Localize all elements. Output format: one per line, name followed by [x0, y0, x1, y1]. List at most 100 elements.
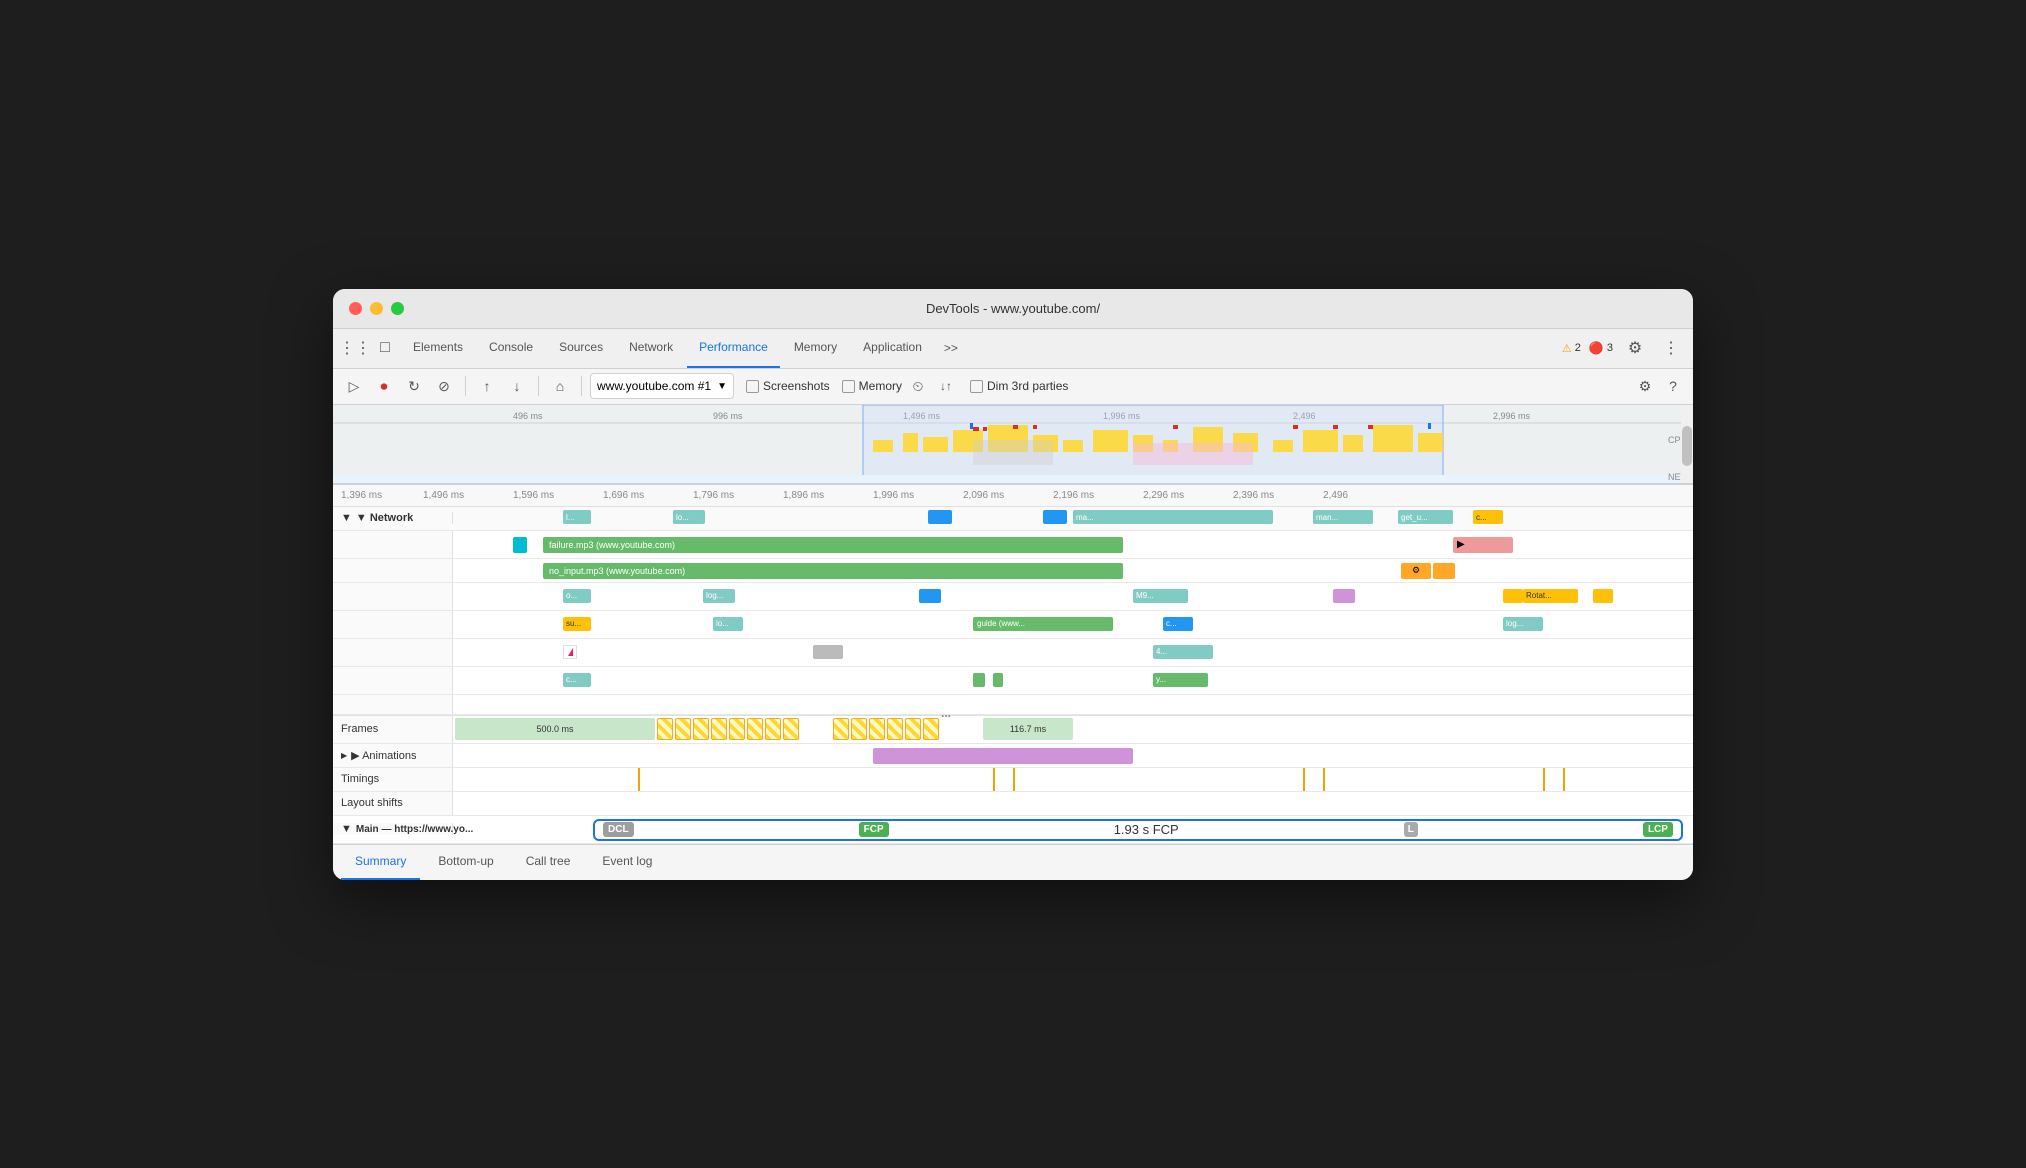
timing-5-line [1563, 768, 1565, 791]
l-badge: L [1404, 822, 1418, 837]
network-row-5: 4... [333, 639, 1693, 667]
metrics-highlight-box: DCL FCP 1.93 s FCP L LCP [593, 819, 1683, 841]
animation-bar [873, 748, 1133, 764]
frame-diag-4 [711, 718, 727, 740]
tab-summary[interactable]: Summary [341, 845, 420, 880]
overview-panel[interactable]: 496 ms 996 ms 1,496 ms 1,996 ms 2,496 2,… [333, 405, 1693, 485]
help-icon[interactable]: ? [1661, 374, 1685, 398]
separator-2 [538, 376, 539, 396]
net-bar: l... [563, 510, 591, 524]
net-bar-blue [1043, 510, 1067, 524]
reload-record-button[interactable]: ↻ [401, 373, 427, 399]
tab-performance[interactable]: Performance [687, 329, 780, 368]
devtools-window: DevTools - www.youtube.com/ ⋮⋮ □ Element… [333, 289, 1693, 880]
close-button[interactable] [349, 302, 362, 315]
net-bar-guide: guide (www... [973, 617, 1113, 631]
download-button[interactable]: ↓ [504, 373, 530, 399]
tab-elements[interactable]: Elements [401, 329, 475, 368]
dcl-badge: DCL [603, 822, 634, 837]
memory-checkbox[interactable]: Memory [842, 379, 902, 393]
tab-call-tree[interactable]: Call tree [512, 845, 585, 880]
home-button[interactable]: ⌂ [547, 373, 573, 399]
warnings-badge[interactable]: ⚠ 2 [1562, 342, 1581, 355]
animations-label[interactable]: ▶ ▶ Animations [333, 744, 453, 767]
record-button[interactable]: ⏺ [371, 373, 397, 399]
dim-3rd-parties-input[interactable] [970, 380, 983, 393]
maximize-button[interactable] [391, 302, 404, 315]
device-toolbar-icon[interactable]: □ [371, 334, 399, 362]
more-options-icon[interactable]: ⋮ [1657, 334, 1685, 362]
overview-scrollbar[interactable] [1681, 405, 1693, 483]
timings-content [453, 768, 1693, 791]
net-bar-small [1433, 563, 1455, 579]
target-select[interactable]: www.youtube.com #1 ▼ [590, 373, 734, 399]
main-label[interactable]: ▼ Main — https://www.yo... [333, 823, 453, 835]
screenshots-checkbox-input[interactable] [746, 380, 759, 393]
timing-fcp-line [993, 768, 995, 791]
chevron-down-icon: ▼ [341, 512, 352, 524]
frames-content: 500.0 ms 116.7 ms [453, 716, 1693, 743]
tab-bottom-up[interactable]: Bottom-up [424, 845, 507, 880]
net-bar-c2: c... [563, 673, 591, 687]
frame-diag-1 [657, 718, 673, 740]
separator-3 [581, 376, 582, 396]
detail-panel: 1,396 ms 1,496 ms 1,596 ms 1,696 ms 1,79… [333, 485, 1693, 844]
timing-4-line [1543, 768, 1545, 791]
dim-3rd-parties-checkbox[interactable]: Dim 3rd parties [970, 379, 1068, 393]
net-bar-small-y2 [1593, 589, 1613, 603]
inspect-element-icon[interactable]: ⋮⋮ [341, 334, 369, 362]
tab-memory[interactable]: Memory [782, 329, 849, 368]
memory-checkbox-input[interactable] [842, 380, 855, 393]
screenshots-checkbox[interactable]: Screenshots [746, 379, 830, 393]
network-row-6: c... y... [333, 667, 1693, 695]
more-tabs-button[interactable]: >> [936, 341, 966, 355]
cpu-throttle-icon[interactable]: ↓↑ [934, 374, 958, 398]
settings-icon[interactable]: ⚙ [1621, 334, 1649, 362]
layout-shifts-label: Layout shifts [333, 792, 453, 815]
network-throttle-icon[interactable]: ⏲ [906, 374, 930, 398]
animations-row: ▶ ▶ Animations [333, 744, 1693, 768]
tab-network[interactable]: Network [617, 329, 685, 368]
separator-1 [465, 376, 466, 396]
frame-diag-3 [693, 718, 709, 740]
network-row-2: no_input.mp3 (www.youtube.com) ⚙ [333, 559, 1693, 583]
chevron-down-icon: ▼ [717, 381, 727, 392]
clear-button[interactable]: ⊘ [431, 373, 457, 399]
frame-diag-11 [869, 718, 885, 740]
frames-row: Frames 500.0 ms [333, 716, 1693, 744]
overview-scroll-thumb[interactable] [1682, 426, 1692, 466]
net-bar-m9: M9... [1133, 589, 1188, 603]
timings-row: Timings [333, 768, 1693, 792]
tab-application[interactable]: Application [851, 329, 934, 368]
net-bar: lo... [673, 510, 705, 524]
frame-block-500: 500.0 ms [455, 718, 655, 740]
network-label[interactable]: ▼ ▼ Network [333, 512, 453, 524]
titlebar: DevTools - www.youtube.com/ [333, 289, 1693, 329]
net-bar-4: 4... [1153, 645, 1213, 659]
net-bar-small-y [1503, 589, 1523, 603]
timing-dcl-line [638, 768, 640, 791]
svg-text:996 ms: 996 ms [713, 411, 743, 421]
net-bar: get_u... [1398, 510, 1453, 524]
chevron-down-icon: ▼ [341, 823, 352, 835]
upload-button[interactable]: ↑ [474, 373, 500, 399]
tab-sources[interactable]: Sources [547, 329, 615, 368]
frame-diag-12 [887, 718, 903, 740]
capture-settings-icon[interactable]: ⚙ [1633, 374, 1657, 398]
sidebar-toggle-button[interactable]: ▷ [341, 373, 367, 399]
fcp-value: 1.93 s FCP [1114, 822, 1179, 837]
network-row-3: o... log... M9... Rotat... [333, 583, 1693, 611]
lcp-badge: LCP [1643, 822, 1673, 837]
frame-diag-9 [833, 718, 849, 740]
network-header[interactable]: ▼ ▼ Network l... lo... ma... man... get_… [333, 507, 1693, 531]
errors-badge[interactable]: 🔴 3 [1589, 341, 1613, 355]
tab-event-log[interactable]: Event log [588, 845, 666, 880]
net-bar-log2: log... [1503, 617, 1543, 631]
frame-diag-8 [783, 718, 799, 740]
layout-shifts-content [453, 792, 1693, 815]
net-icon-pink [563, 645, 577, 659]
chevron-right-icon: ▶ [341, 751, 347, 760]
network-row-4: su... lo... guide (www... c... log... [333, 611, 1693, 639]
tab-console[interactable]: Console [477, 329, 545, 368]
minimize-button[interactable] [370, 302, 383, 315]
